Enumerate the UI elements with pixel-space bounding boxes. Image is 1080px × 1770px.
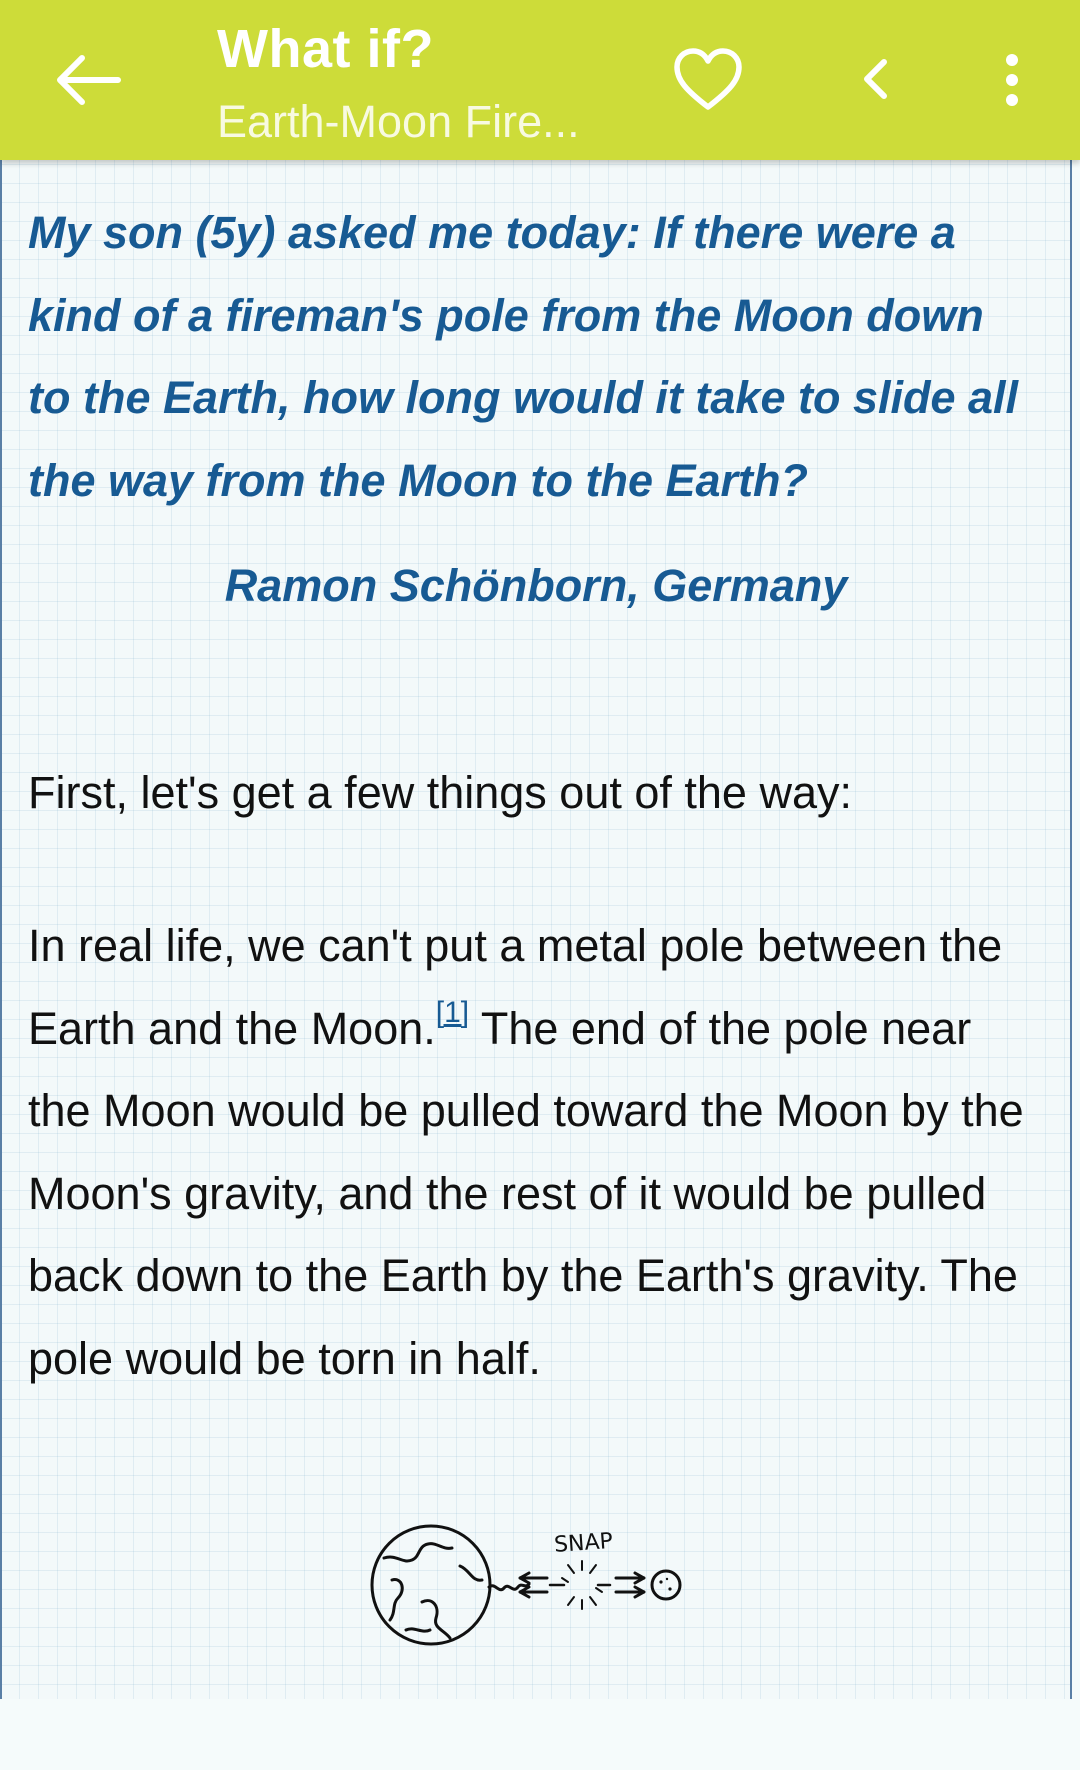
paragraph-pole-text-end: The end of the pole near the Moon would …	[28, 1002, 1024, 1384]
article-content[interactable]: My son (5y) asked me today: If there wer…	[0, 160, 1072, 1699]
paragraph-intro: First, let's get a few things out of the…	[28, 767, 852, 818]
pole-snap-illustration: SNAP	[370, 1524, 682, 1646]
heart-outline-icon	[674, 48, 742, 110]
question-attribution: Ramon Schönborn, Germany	[224, 560, 848, 611]
arrow-back-icon	[57, 55, 121, 105]
more-vert-icon	[1006, 54, 1018, 106]
overflow-menu-button[interactable]	[990, 40, 1034, 120]
footnote-link[interactable]: [1]	[436, 996, 469, 1029]
app-title: What if?	[217, 19, 434, 79]
snap-label: SNAP	[553, 1529, 613, 1558]
favorite-button[interactable]	[668, 36, 748, 124]
chevron-left-icon	[864, 59, 887, 99]
paragraph-pole: In real life, we can't put a metal pole …	[28, 905, 1038, 1400]
app-bar: What if? Earth-Moon Fire...	[0, 0, 1080, 160]
article-subtitle: Earth-Moon Fire...	[217, 96, 580, 147]
previous-article-button[interactable]	[840, 40, 910, 120]
reader-question: My son (5y) asked me today: If there wer…	[28, 207, 1019, 506]
back-button[interactable]	[38, 36, 130, 124]
